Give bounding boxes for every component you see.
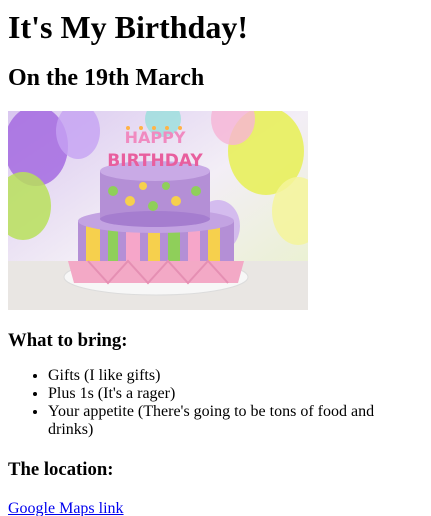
page-subtitle: On the 19th March — [8, 65, 205, 91]
list-item: Gifts (I like gifts) — [48, 367, 423, 385]
list-item: Your appetite (There's going to be tons … — [48, 403, 423, 439]
svg-text:BIRTHDAY: BIRTHDAY — [107, 151, 203, 171]
bring-heading: What to bring: — [8, 330, 128, 351]
location-heading: The location: — [8, 459, 114, 480]
bring-list: Gifts (I like gifts) Plus 1s (It's a rag… — [8, 367, 423, 439]
list-item: Plus 1s (It's a rager) — [48, 385, 423, 403]
page: It's My Birthday! On the 19th March HAPP… — [0, 0, 431, 516]
page-title: It's My Birthday! — [8, 9, 248, 45]
svg-text:HAPPY: HAPPY — [125, 128, 186, 147]
birthday-cake-image: HAPPY BIRTHDAY — [8, 111, 308, 310]
google-maps-link[interactable]: Google Maps link — [8, 500, 124, 516]
